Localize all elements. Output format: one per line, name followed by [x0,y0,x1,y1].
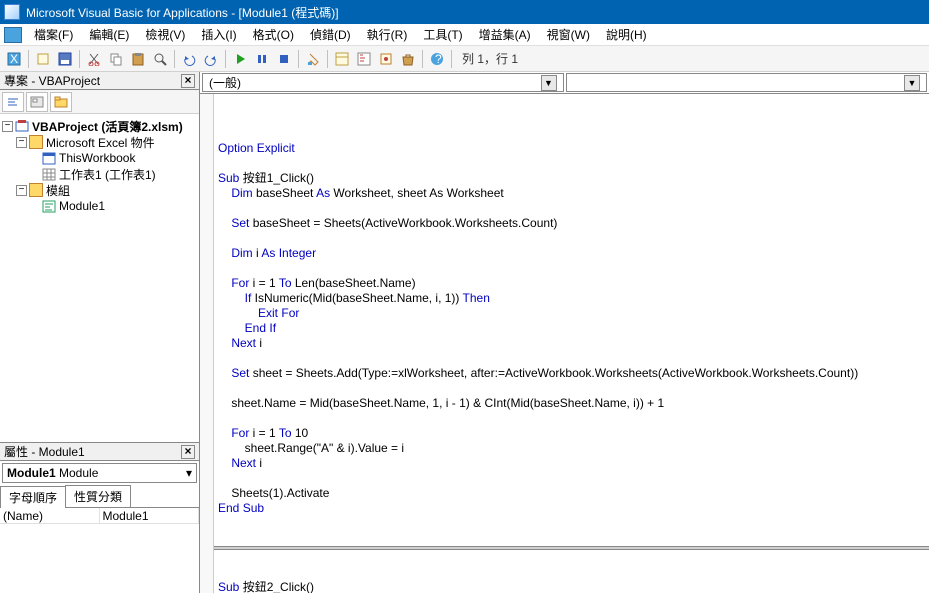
object-dropdown[interactable]: (一般) ▼ [202,73,564,92]
menu-help[interactable]: 說明(H) [598,24,655,45]
cut-icon[interactable] [84,49,104,69]
properties-grid[interactable]: (Name) Module1 [0,508,199,593]
tree-root[interactable]: VBAProject (活頁簿2.xlsm) [32,118,183,135]
workbook-icon [42,151,56,165]
properties-close-icon[interactable]: × [181,445,195,459]
cursor-position: 列 1，行 1 [456,50,524,67]
menu-window[interactable]: 視窗(W) [539,24,598,45]
project-pane-close-icon[interactable]: × [181,74,195,88]
procedure-dropdown[interactable]: ▼ [566,73,928,92]
titlebar: Microsoft Visual Basic for Applications … [0,0,929,24]
tree-collapse-icon[interactable]: − [2,121,13,132]
chevron-down-icon: ▼ [904,75,920,91]
properties-title: 屬性 - Module1 [4,443,85,460]
window-title: Microsoft Visual Basic for Applications … [26,4,339,21]
folder-icon [29,183,43,197]
paste-icon[interactable] [128,49,148,69]
folder-icon [29,135,43,149]
toolbar: X ? 列 1，行 1 [0,46,929,72]
menubar: 檔案(F) 編輯(E) 檢視(V) 插入(I) 格式(O) 偵錯(D) 執行(R… [0,24,929,46]
svg-text:X: X [10,52,18,66]
tree-collapse-icon[interactable]: − [16,137,27,148]
view-excel-icon[interactable]: X [4,49,24,69]
menu-tools[interactable]: 工具(T) [415,24,470,45]
properties-pane: 屬性 - Module1 × Module1 Module ▾ 字母順序 性質分… [0,443,199,593]
menu-format[interactable]: 格式(O) [245,24,302,45]
tree-sheet1[interactable]: 工作表1 (工作表1) [59,166,156,183]
menu-edit[interactable]: 編輯(E) [81,24,137,45]
tree-excel-objects[interactable]: Microsoft Excel 物件 [46,134,155,151]
toggle-folders-icon[interactable] [50,92,72,112]
tree-collapse-icon[interactable]: − [16,185,27,196]
save-icon[interactable] [55,49,75,69]
tree-thisworkbook[interactable]: ThisWorkbook [59,151,135,165]
svg-text:?: ? [435,52,442,66]
module-icon [42,199,56,213]
prop-name-label: (Name) [0,508,100,523]
tab-categorized[interactable]: 性質分類 [65,485,131,507]
properties-object-combo[interactable]: Module1 Module ▾ [2,463,197,483]
menu-file[interactable]: 檔案(F) [26,24,81,45]
view-object-icon[interactable] [26,92,48,112]
properties-icon[interactable] [354,49,374,69]
toolbox-icon[interactable] [398,49,418,69]
project-pane-title: 專案 - VBAProject × [0,72,199,90]
copy-icon[interactable] [106,49,126,69]
reset-icon[interactable] [274,49,294,69]
tree-module1[interactable]: Module1 [59,199,105,213]
prop-name-value[interactable]: Module1 [100,508,200,523]
code-margin [200,94,214,593]
chevron-down-icon: ▼ [541,75,557,91]
menu-debug[interactable]: 偵錯(D) [302,24,359,45]
vba-project-icon [15,119,29,133]
undo-icon[interactable] [179,49,199,69]
help-icon[interactable]: ? [427,49,447,69]
menu-addins[interactable]: 增益集(A) [471,24,539,45]
project-toolbar [0,90,199,114]
design-mode-icon[interactable] [303,49,323,69]
excel-icon[interactable] [4,27,22,43]
project-tree[interactable]: − VBAProject (活頁簿2.xlsm) − Microsoft Exc… [0,114,199,443]
tab-alphabetic[interactable]: 字母順序 [0,486,66,508]
menu-insert[interactable]: 插入(I) [193,24,244,45]
redo-icon[interactable] [201,49,221,69]
menu-run[interactable]: 執行(R) [359,24,416,45]
menu-view[interactable]: 檢視(V) [137,24,193,45]
insert-icon[interactable] [33,49,53,69]
vba-app-icon [4,4,20,20]
code-splitter[interactable] [200,546,929,550]
run-icon[interactable] [230,49,250,69]
worksheet-icon [42,167,56,181]
view-code-icon[interactable] [2,92,24,112]
project-explorer-icon[interactable] [332,49,352,69]
code-editor[interactable]: Option Explicit Sub 按鈕1_Click() Dim base… [200,94,929,593]
find-icon[interactable] [150,49,170,69]
object-browser-icon[interactable] [376,49,396,69]
break-icon[interactable] [252,49,272,69]
chevron-down-icon: ▾ [186,466,192,480]
tree-modules[interactable]: 模組 [46,182,70,199]
